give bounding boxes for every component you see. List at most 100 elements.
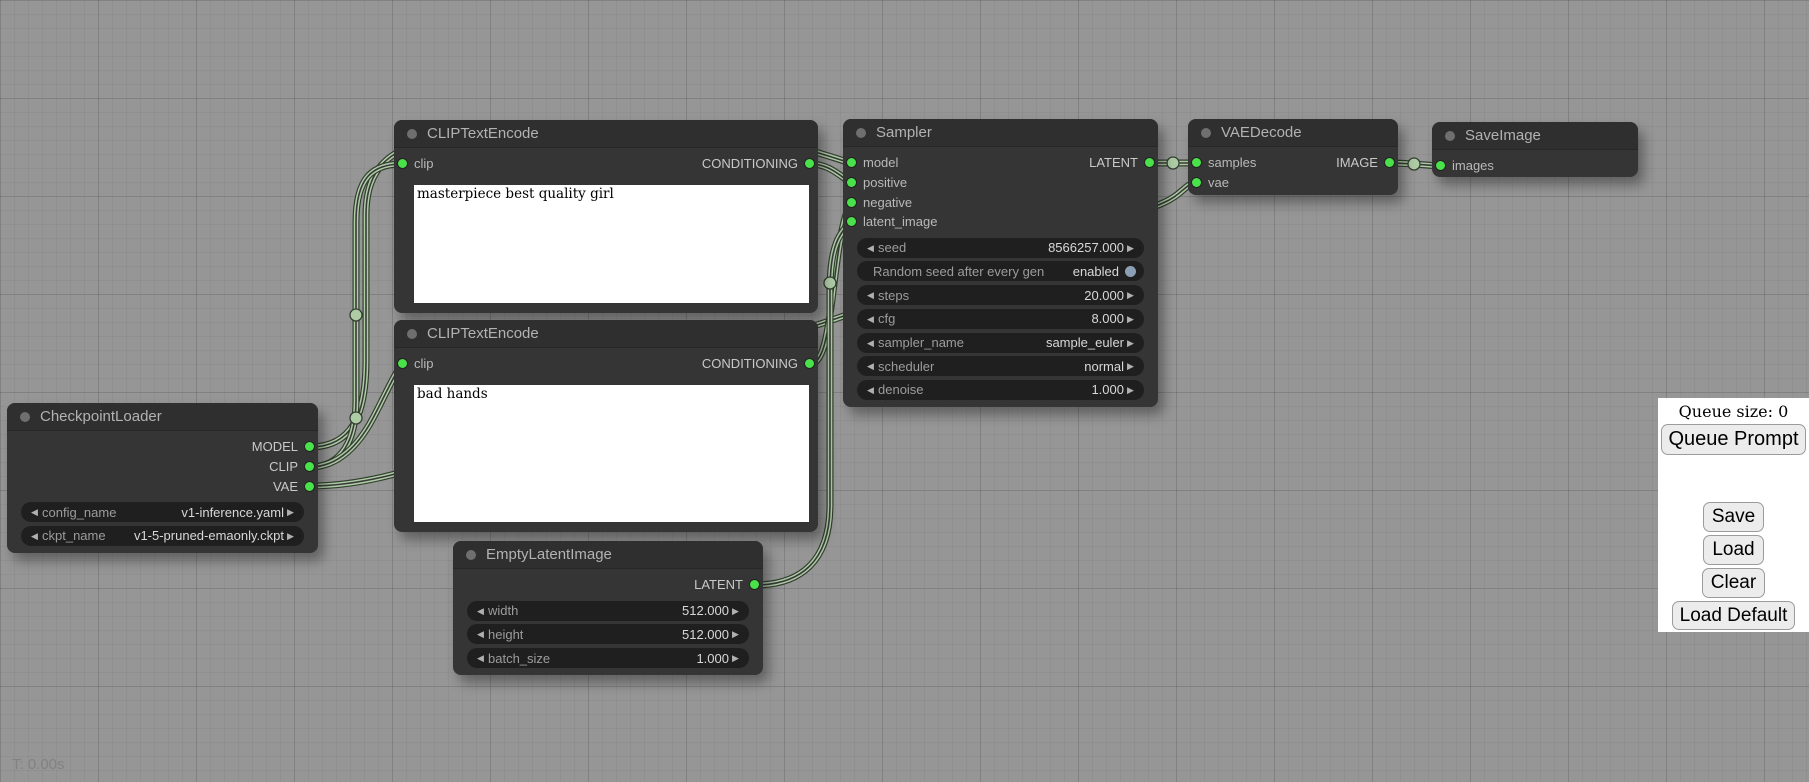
widget-value: enabled <box>1067 264 1119 279</box>
input-port-vae[interactable] <box>1192 178 1201 187</box>
widget-scheduler[interactable]: ◀schedulernormal▶ <box>857 356 1144 376</box>
node-header-vae-decode[interactable]: VAEDecode <box>1188 119 1398 147</box>
widget-height[interactable]: ◀height512.000▶ <box>467 624 749 644</box>
decrement-arrow-icon[interactable]: ◀ <box>864 356 877 376</box>
node-sampler[interactable]: SamplermodelLATENTpositivenegativelatent… <box>843 119 1158 407</box>
decrement-arrow-icon[interactable]: ◀ <box>864 238 877 258</box>
output-slot-latent: LATENT <box>1089 155 1154 170</box>
widget-denoise[interactable]: ◀denoise1.000▶ <box>857 380 1144 400</box>
widget-width[interactable]: ◀width512.000▶ <box>467 601 749 621</box>
widget-label: height <box>488 627 523 642</box>
output-port-image[interactable] <box>1385 158 1394 167</box>
decrement-arrow-icon[interactable]: ◀ <box>28 526 41 546</box>
decrement-arrow-icon[interactable]: ◀ <box>864 333 877 353</box>
input-slot-label: model <box>863 155 898 170</box>
decrement-arrow-icon[interactable]: ◀ <box>864 285 877 305</box>
decrement-arrow-icon[interactable]: ◀ <box>864 380 877 400</box>
widgets-empty-latent-image: ◀width512.000▶ ◀height512.000▶ ◀batch_size… <box>453 601 763 672</box>
output-port-conditioning[interactable] <box>805 359 814 368</box>
increment-arrow-icon[interactable]: ▶ <box>1124 285 1137 305</box>
node-checkpoint-loader[interactable]: CheckpointLoaderMODELCLIPVAE◀config_name… <box>7 403 318 553</box>
input-port-negative[interactable] <box>847 198 856 207</box>
toggle-circle[interactable] <box>1125 266 1136 277</box>
node-graph-canvas[interactable]: CheckpointLoaderMODELCLIPVAE◀config_name… <box>0 0 1809 782</box>
collapse-dot[interactable] <box>1445 131 1455 141</box>
widget-cfg[interactable]: ◀cfg8.000▶ <box>857 309 1144 329</box>
increment-arrow-icon[interactable]: ▶ <box>729 601 742 621</box>
load-default-button[interactable]: Load Default <box>1672 601 1796 630</box>
increment-arrow-icon[interactable]: ▶ <box>284 526 297 546</box>
collapse-dot[interactable] <box>407 129 417 139</box>
input-port-clip[interactable] <box>398 159 407 168</box>
node-clip-text-encode-positive[interactable]: CLIPTextEncodeclipCONDITIONING <box>394 120 818 313</box>
widget-seed[interactable]: ◀seed8566257.000▶ <box>857 238 1144 258</box>
input-slot-label: negative <box>863 195 912 210</box>
node-empty-latent-image[interactable]: EmptyLatentImageLATENT◀width512.000▶◀hei… <box>453 541 763 675</box>
output-port-latent[interactable] <box>750 580 759 589</box>
node-header-clip-text-encode-positive[interactable]: CLIPTextEncode <box>394 120 818 148</box>
input-slot-clip: clip <box>398 156 434 171</box>
input-slot-label: latent_image <box>863 214 937 229</box>
collapse-dot[interactable] <box>856 128 866 138</box>
increment-arrow-icon[interactable]: ▶ <box>1124 380 1137 400</box>
widget-steps[interactable]: ◀steps20.000▶ <box>857 285 1144 305</box>
output-port-conditioning[interactable] <box>805 159 814 168</box>
widget-value: 1.000 <box>1085 382 1124 397</box>
increment-arrow-icon[interactable]: ▶ <box>1124 238 1137 258</box>
input-port-images[interactable] <box>1436 161 1445 170</box>
input-port-model[interactable] <box>847 158 856 167</box>
node-clip-text-encode-negative[interactable]: CLIPTextEncode clipCONDITIONING <box>394 320 818 532</box>
collapse-dot[interactable] <box>20 412 30 422</box>
queue-prompt-button[interactable]: Queue Prompt <box>1661 424 1806 455</box>
increment-arrow-icon[interactable]: ▶ <box>1124 333 1137 353</box>
output-slot-latent: LATENT <box>694 577 759 592</box>
collapse-dot[interactable] <box>1201 128 1211 138</box>
node-header-clip-text-encode-negative[interactable]: CLIPTextEncode <box>394 320 818 348</box>
input-slot-label: samples <box>1208 155 1256 170</box>
input-port-samples[interactable] <box>1192 158 1201 167</box>
node-header-save-image[interactable]: SaveImage <box>1432 122 1638 150</box>
slots-vae-decode: samplesIMAGEvae <box>1188 147 1398 192</box>
node-save-image[interactable]: SaveImageimages <box>1432 122 1638 177</box>
widget-ckpt-name[interactable]: ◀ckpt_namev1-5-pruned-emaonly.ckpt▶ <box>21 526 304 546</box>
widget-sampler-name[interactable]: ◀sampler_namesample_euler▶ <box>857 333 1144 353</box>
output-port-latent[interactable] <box>1145 158 1154 167</box>
widget-batch-size[interactable]: ◀batch_size1.000▶ <box>467 648 749 668</box>
input-port-latent_image[interactable] <box>847 217 856 226</box>
node-header-sampler[interactable]: Sampler <box>843 119 1158 147</box>
save-button[interactable]: Save <box>1703 502 1764 532</box>
decrement-arrow-icon[interactable]: ◀ <box>474 648 487 668</box>
decrement-arrow-icon[interactable]: ◀ <box>474 624 487 644</box>
node-header-checkpoint-loader[interactable]: CheckpointLoader <box>7 403 318 431</box>
clear-button[interactable]: Clear <box>1702 568 1765 598</box>
input-port-clip[interactable] <box>398 359 407 368</box>
increment-arrow-icon[interactable]: ▶ <box>729 648 742 668</box>
load-button[interactable]: Load <box>1703 535 1763 565</box>
increment-arrow-icon[interactable]: ▶ <box>1124 309 1137 329</box>
prompt-text-input[interactable] <box>414 185 809 303</box>
widget-random-seed-after-every-gen[interactable]: Random seed after every genenabled <box>857 261 1144 281</box>
widget-label: config_name <box>42 505 116 520</box>
node-vae-decode[interactable]: VAEDecodesamplesIMAGEvae <box>1188 119 1398 195</box>
prompt-text-input[interactable] <box>414 385 809 522</box>
output-port-vae[interactable] <box>305 482 314 491</box>
widget-config-name[interactable]: ◀config_name v1-inference.yaml▶ <box>21 502 304 522</box>
decrement-arrow-icon[interactable]: ◀ <box>474 601 487 621</box>
decrement-arrow-icon[interactable]: ◀ <box>28 502 41 522</box>
increment-arrow-icon[interactable]: ▶ <box>1124 356 1137 376</box>
output-port-model[interactable] <box>305 442 314 451</box>
slot-row: clipCONDITIONING <box>394 354 818 374</box>
node-header-empty-latent-image[interactable]: EmptyLatentImage <box>453 541 763 569</box>
widget-value: 8566257.000 <box>1042 240 1124 255</box>
decrement-arrow-icon[interactable]: ◀ <box>864 309 877 329</box>
increment-arrow-icon[interactable]: ▶ <box>729 624 742 644</box>
widgets-sampler: ◀seed8566257.000▶ Random seed after every… <box>843 238 1158 404</box>
input-port-positive[interactable] <box>847 178 856 187</box>
output-port-clip[interactable] <box>305 462 314 471</box>
collapse-dot[interactable] <box>466 550 476 560</box>
slots-clip-text-encode-positive: clipCONDITIONING <box>394 148 818 174</box>
widget-value: v1-inference.yaml <box>175 505 284 520</box>
increment-arrow-icon[interactable]: ▶ <box>284 502 297 522</box>
widget-value: 8.000 <box>1085 311 1124 326</box>
collapse-dot[interactable] <box>407 329 417 339</box>
